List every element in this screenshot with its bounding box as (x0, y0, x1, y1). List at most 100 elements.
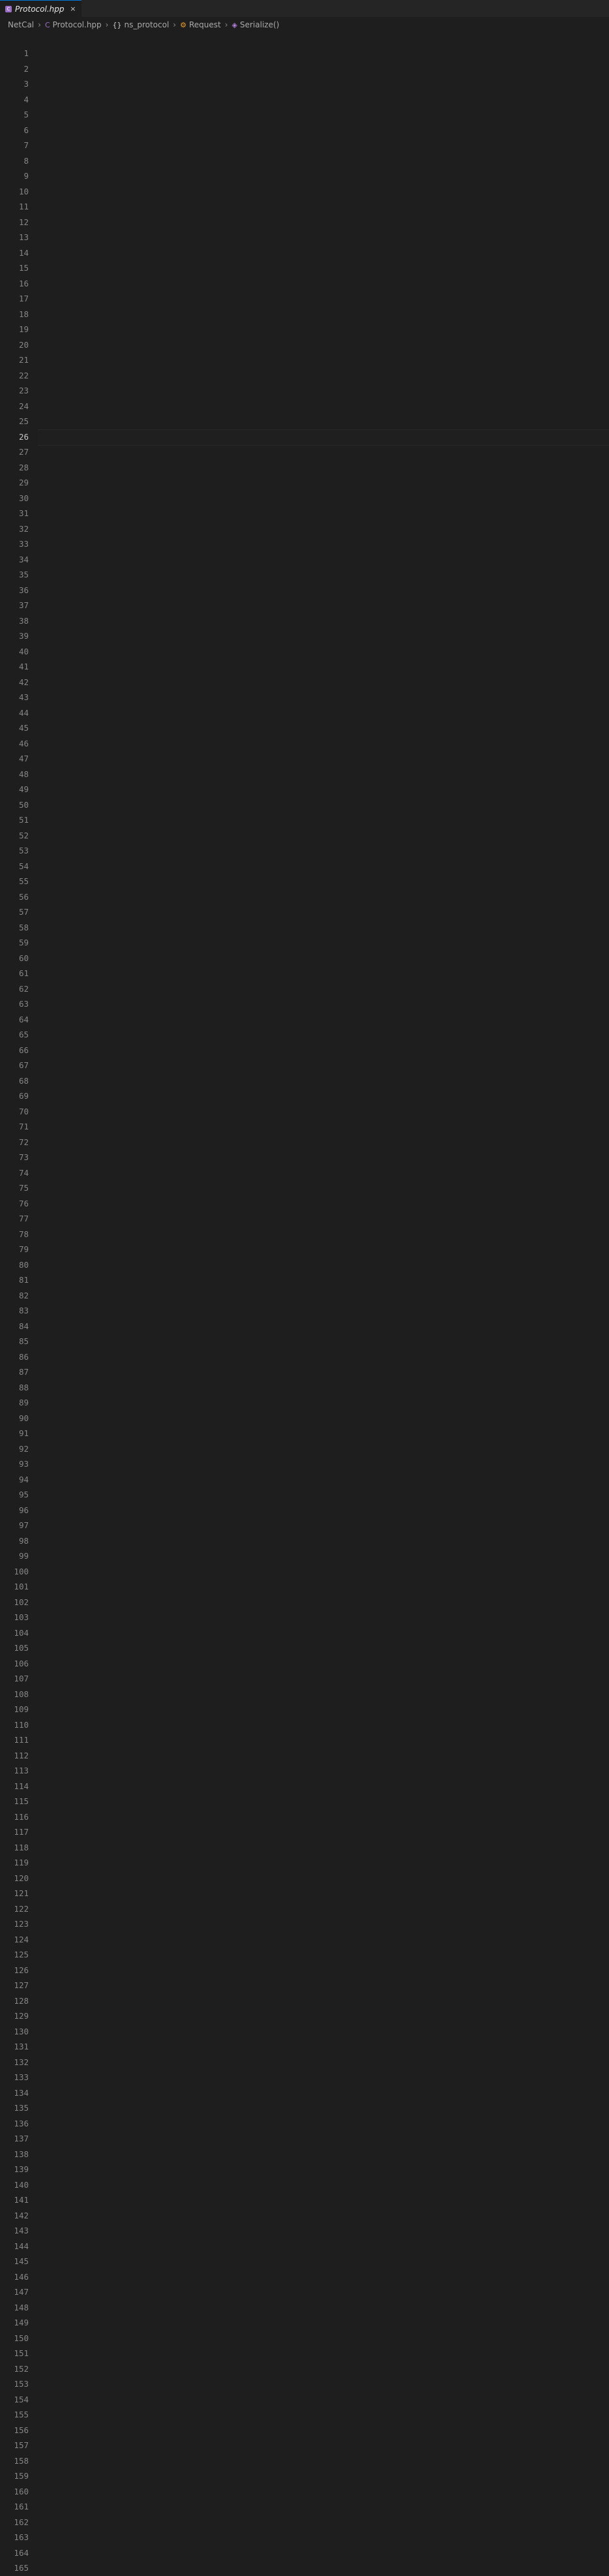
line-number: 87 (18, 1367, 29, 1377)
line-number: 140 (14, 2179, 29, 2190)
line-number: 40 (18, 646, 29, 656)
close-icon[interactable]: × (70, 5, 76, 13)
line-number: 36 (18, 585, 29, 595)
line-number: 9 (23, 171, 29, 181)
line-number: 47 (18, 754, 29, 763)
line-number: 62 (18, 983, 29, 994)
breadcrumb-item-file[interactable]: Protocol.hpp (53, 20, 102, 29)
line-number: 147 (14, 2287, 29, 2297)
class-icon: ⚙ (180, 20, 186, 29)
line-number: 78 (18, 1229, 29, 1239)
chevron-right-icon: › (224, 20, 228, 29)
line-number: 143 (14, 2226, 29, 2235)
line-number: 71 (18, 1122, 29, 1131)
line-number: 43 (18, 692, 29, 702)
line-number: 139 (14, 2164, 29, 2174)
line-number: 141 (14, 2195, 29, 2205)
line-number: 106 (14, 1658, 29, 1668)
line-number: 152 (14, 2363, 29, 2374)
line-number: 115 (14, 1796, 29, 1806)
line-number: 44 (18, 707, 29, 718)
line-number: 46 (18, 738, 29, 748)
line-number: 142 (14, 2210, 29, 2220)
line-number: 70 (18, 1106, 29, 1116)
line-number: 21 (18, 355, 29, 365)
line-number: 120 (14, 1873, 29, 1883)
line-number: 144 (14, 2241, 29, 2251)
tab-protocol-hpp[interactable]: C Protocol.hpp × (0, 0, 82, 17)
line-number: 94 (18, 1474, 29, 1484)
breadcrumb-item-class[interactable]: Request (189, 20, 221, 29)
line-number: 25 (18, 416, 29, 426)
line-number: 64 (18, 1014, 29, 1024)
line-number: 67 (18, 1060, 29, 1070)
line-number: 89 (18, 1398, 29, 1407)
line-number: 95 (18, 1490, 29, 1499)
line-number: 155 (14, 2410, 29, 2419)
line-number: 136 (14, 2118, 29, 2128)
line-number: 14 (18, 247, 29, 258)
line-number: 122 (14, 1903, 29, 1914)
line-number: 42 (18, 677, 29, 687)
line-number: 130 (14, 2026, 29, 2036)
line-number: 2 (23, 63, 29, 74)
line-number: 16 (18, 278, 29, 288)
line-number: 124 (14, 1934, 29, 1944)
line-number: 164 (14, 2547, 29, 2558)
line-number: 12 (18, 217, 29, 227)
line-number: 33 (18, 539, 29, 549)
current-line-highlight (38, 429, 609, 446)
breadcrumb-item-folder[interactable]: NetCal (8, 20, 34, 29)
line-number: 121 (14, 1888, 29, 1898)
line-number: 5 (23, 110, 29, 119)
line-number: 65 (18, 1030, 29, 1039)
line-number: 110 (14, 1719, 29, 1730)
line-number: 133 (14, 2072, 29, 2082)
line-number: 123 (14, 1919, 29, 1929)
line-number: 86 (18, 1351, 29, 1362)
line-number: 45 (18, 723, 29, 733)
breadcrumb: NetCal › C Protocol.hpp › {} ns_protocol… (0, 17, 609, 33)
line-number: 54 (18, 861, 29, 871)
line-number: 69 (18, 1091, 29, 1101)
line-number: 50 (18, 799, 29, 810)
line-number: 29 (18, 478, 29, 487)
line-number: 99 (18, 1551, 29, 1561)
line-number: 6 (23, 125, 29, 135)
file-icon: C (44, 20, 50, 29)
line-number: 91 (18, 1428, 29, 1438)
line-number: 26 (18, 431, 29, 442)
line-number: 157 (14, 2440, 29, 2450)
line-number: 76 (18, 1198, 29, 1208)
line-number: 134 (14, 2087, 29, 2098)
line-number: 90 (18, 1413, 29, 1423)
line-number: 104 (14, 1627, 29, 1638)
cpp-file-icon: C (5, 5, 12, 12)
line-number: 126 (14, 1965, 29, 1975)
line-number: 161 (14, 2502, 29, 2511)
line-number: 117 (14, 1827, 29, 1837)
line-number: 53 (18, 846, 29, 855)
line-number: 37 (18, 600, 29, 610)
line-number: 60 (18, 953, 29, 963)
code-editor[interactable]: 1 2 3 4 5 6 7 8 9 10 11 12 13 14 15 16 17 18 19 20 21 22 23 24 2… (0, 38, 609, 2573)
line-number: 108 (14, 1689, 29, 1699)
line-number: 97 (18, 1520, 29, 1530)
breadcrumb-item-method[interactable]: Serialize() (240, 20, 279, 29)
line-number: 48 (18, 769, 29, 779)
line-number: 39 (18, 631, 29, 641)
line-number: 31 (18, 508, 29, 518)
line-number: 156 (14, 2425, 29, 2435)
breadcrumb-item-namespace[interactable]: ns_protocol (124, 20, 169, 29)
line-number: 75 (18, 1183, 29, 1193)
line-number: 101 (14, 1582, 29, 1591)
line-number: 112 (14, 1750, 29, 1760)
line-number: 80 (18, 1259, 29, 1270)
line-number: 135 (14, 2103, 29, 2113)
line-number: 81 (18, 1275, 29, 1285)
line-number: 114 (14, 1781, 29, 1791)
line-number: 11 (18, 202, 29, 211)
line-number: 109 (14, 1704, 29, 1714)
line-number: 57 (18, 907, 29, 917)
line-number: 23 (18, 386, 29, 395)
